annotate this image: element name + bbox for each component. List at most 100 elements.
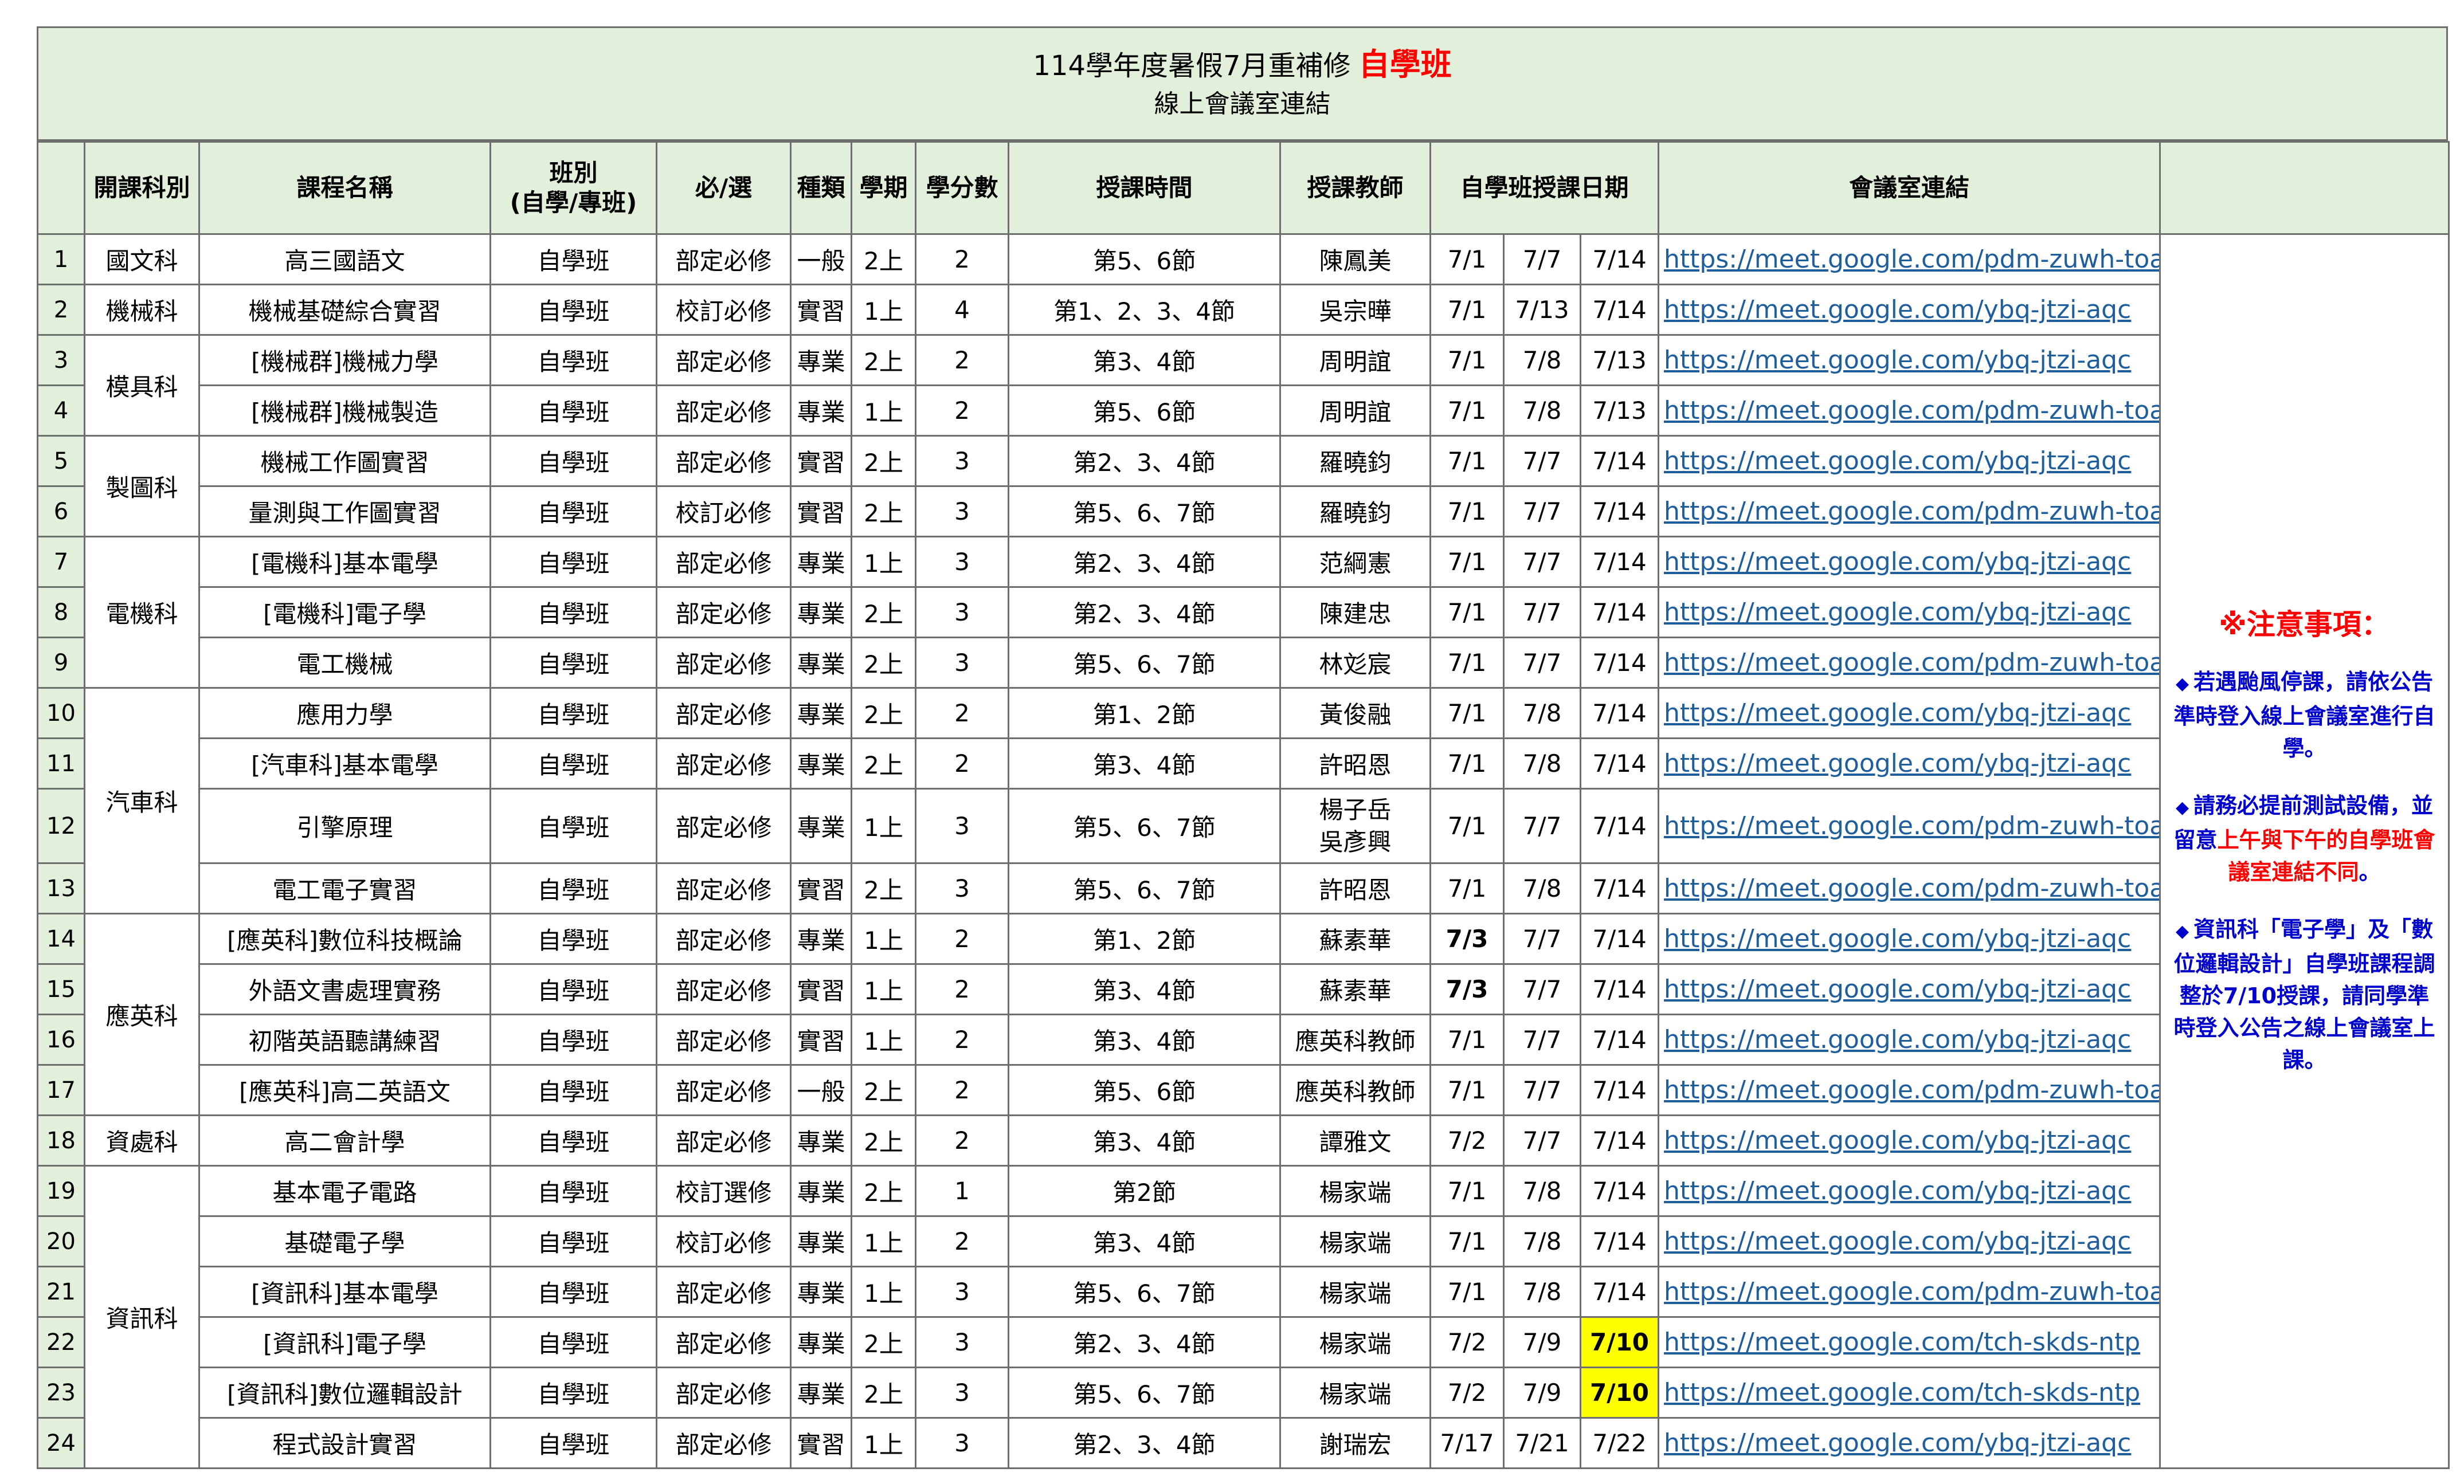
semester-cell: 2上 (851, 334, 916, 386)
class-type-cell: 自學班 (489, 334, 657, 386)
course-name-cell: [機械群]機械力學 (198, 334, 491, 386)
row-number: 16 (37, 1014, 85, 1066)
meeting-link[interactable]: https://meet.google.com/ybq-jtzi-aqc (1658, 737, 2161, 790)
course-name-cell: [機械群]機械製造 (198, 384, 491, 437)
table-row: 3 模具科 [機械群]機械力學 自學班 部定必修 專業 2上 2 第3、4節 周明誼 7/1 7/8 7… (37, 334, 2449, 437)
category-cell: 專業 (790, 687, 852, 739)
meeting-link[interactable]: https://meet.google.com/ybq-jtzi-aqc (1658, 1014, 2161, 1066)
teacher-name: 楊子岳 (1319, 795, 1392, 824)
credits-cell: 3 (915, 536, 1009, 588)
meeting-link[interactable]: https://meet.google.com/pdm-zuwh-toa (1658, 485, 2161, 537)
category-cell: 專業 (790, 586, 852, 638)
meeting-link[interactable]: https://meet.google.com/tch-skds-ntp (1658, 1316, 2161, 1368)
date-1-cell: 7/1 (1429, 1165, 1505, 1217)
meeting-link[interactable]: https://meet.google.com/ybq-jtzi-aqc (1658, 1417, 2161, 1469)
date-3-cell: 7/14 (1579, 1064, 1660, 1116)
teacher-cell: 陳建忠 (1279, 586, 1431, 638)
table-row: 8 [電機科]電子學 自學班 部定必修 專業 2上 3 第2、3、4節 陳建忠 7/1 7/7 7/1… (37, 586, 2449, 638)
notes-panel: ※注意事項： ◆ 若遇颱風停課，請依公告準時登入線上會議室進行自學。 ◆ 請務必提前測試… (2159, 233, 2450, 1469)
date-1-cell: 7/1 (1429, 1064, 1505, 1116)
class-type-cell: 自學班 (489, 284, 657, 336)
date-3-cell: 7/13 (1579, 384, 1660, 437)
semester-cell: 2上 (851, 485, 916, 537)
meeting-link[interactable]: https://meet.google.com/ybq-jtzi-aqc (1658, 536, 2161, 588)
table-row: 9 電工機械 自學班 部定必修 專業 2上 3 第5、6、7節 林彣宸 7/1 7/7 7/14 htt… (37, 637, 2449, 689)
bullet-icon: ◆ (2175, 921, 2189, 941)
time-cell: 第3、4節 (1008, 1114, 1281, 1167)
date-3-cell: 7/14 (1579, 1114, 1660, 1167)
semester-cell: 1上 (851, 963, 916, 1015)
meeting-link[interactable]: https://meet.google.com/pdm-zuwh-toa (1658, 384, 2161, 437)
meeting-link[interactable]: https://meet.google.com/pdm-zuwh-toa (1658, 862, 2161, 914)
row-number: 13 (37, 862, 85, 914)
meeting-link[interactable]: https://meet.google.com/ybq-jtzi-aqc (1658, 284, 2161, 336)
course-table-body: 1 國文科 高三國語文 自學班 部定必修 一般 2上 2 第5、6節 陳鳳美 7/1 7/7 7/14 h… (37, 233, 2450, 1469)
date-2-cell: 7/7 (1503, 536, 1581, 588)
meeting-link[interactable]: https://meet.google.com/pdm-zuwh-toa (1658, 233, 2161, 285)
semester-cell: 1上 (851, 1215, 916, 1267)
time-cell: 第3、4節 (1008, 737, 1281, 790)
meeting-link[interactable]: https://meet.google.com/pdm-zuwh-toa (1658, 1266, 2161, 1318)
category-cell: 實習 (790, 1417, 852, 1469)
note-text: 。 (2359, 859, 2381, 885)
table-row: 5 製圖科 機械工作圖實習 自學班 部定必修 實習 2上 3 第2、3、4節 羅曉鈞 7/1 7/7 7… (37, 435, 2449, 537)
meeting-link[interactable]: https://meet.google.com/ybq-jtzi-aqc (1658, 334, 2161, 386)
required-cell: 部定必修 (656, 1014, 792, 1066)
course-name-cell: 基礎電子學 (198, 1215, 491, 1267)
course-name-cell: 機械工作圖實習 (198, 435, 491, 487)
meeting-link[interactable]: https://meet.google.com/ybq-jtzi-aqc (1658, 1114, 2161, 1167)
schedule-sheet: 114學年度暑假7月重補修 自學班 線上會議室連結 開課科別 課程名稱 班別 (… (37, 26, 2450, 1469)
date-2-cell: 7/7 (1503, 586, 1581, 638)
credits-cell: 2 (915, 963, 1009, 1015)
date-3-cell: 7/14 (1579, 1014, 1660, 1066)
meeting-link[interactable]: https://meet.google.com/ybq-jtzi-aqc (1658, 687, 2161, 739)
table-row: 11 [汽車科]基本電學 自學班 部定必修 專業 2上 2 第3、4節 許昭恩 7/1 7/8 7/1… (37, 737, 2449, 790)
table-row: 7 電機科 [電機科]基本電學 自學班 部定必修 專業 1上 3 第2、3、4節 范綱憲 7/1 7/… (37, 536, 2449, 689)
date-3-cell: 7/22 (1579, 1417, 1660, 1469)
table-row: 4 [機械群]機械製造 自學班 部定必修 專業 1上 2 第5、6節 周明誼 7/1 7/8 7/13… (37, 384, 2449, 437)
date-2-cell: 7/8 (1503, 862, 1581, 914)
date-1-cell: 7/1 (1429, 586, 1505, 638)
date-1-cell: 7/2 (1429, 1316, 1505, 1368)
class-type-cell: 自學班 (489, 1114, 657, 1167)
title-band: 114學年度暑假7月重補修 自學班 線上會議室連結 (37, 26, 2448, 141)
meeting-link[interactable]: https://meet.google.com/pdm-zuwh-toa (1658, 1064, 2161, 1116)
meeting-link[interactable]: https://meet.google.com/ybq-jtzi-aqc (1658, 1215, 2161, 1267)
date-3-cell: 7/14 (1579, 284, 1660, 336)
title-highlight: 自學班 (1358, 46, 1452, 83)
meeting-link[interactable]: https://meet.google.com/ybq-jtzi-aqc (1658, 913, 2161, 965)
meeting-link[interactable]: https://meet.google.com/pdm-zuwh-toa (1658, 637, 2161, 689)
time-cell: 第3、4節 (1008, 1215, 1281, 1267)
meeting-link[interactable]: https://meet.google.com/ybq-jtzi-aqc (1658, 586, 2161, 638)
meeting-link[interactable]: https://meet.google.com/ybq-jtzi-aqc (1658, 963, 2161, 1015)
header-time: 授課時間 (1008, 141, 1281, 235)
time-cell: 第5、6、7節 (1008, 788, 1281, 864)
date-1-cell: 7/3 (1429, 913, 1505, 965)
note-item-1: ◆ 若遇颱風停課，請依公告準時登入線上會議室進行自學。 (2169, 666, 2440, 764)
credits-cell: 3 (915, 586, 1009, 638)
time-cell: 第5、6、7節 (1008, 1266, 1281, 1318)
row-number: 10 (37, 687, 85, 739)
date-2-cell: 7/7 (1503, 1064, 1581, 1116)
row-number: 23 (37, 1367, 85, 1419)
time-cell: 第2、3、4節 (1008, 1417, 1281, 1469)
credits-cell: 2 (915, 737, 1009, 790)
semester-cell: 1上 (851, 384, 916, 437)
course-name-cell: 電工電子實習 (198, 862, 491, 914)
note-text: 若遇颱風停課，請依公告準時登入線上會議室進行自學。 (2173, 669, 2435, 761)
dept-cell: 資處科 (84, 1114, 200, 1167)
row-number: 1 (37, 233, 85, 285)
date-1-cell: 7/1 (1429, 637, 1505, 689)
course-name-cell: [應英科]高二英語文 (198, 1064, 491, 1116)
page-subtitle: 線上會議室連結 (1154, 89, 1331, 119)
meeting-link[interactable]: https://meet.google.com/pdm-zuwh-toa (1658, 788, 2161, 864)
class-type-cell: 自學班 (489, 963, 657, 1015)
date-1-cell: 7/1 (1429, 435, 1505, 487)
table-row: 2 機械科 機械基礎綜合實習 自學班 校訂必修 實習 1上 4 第1、2、3、4節 吳宗曄 7/1 7… (37, 284, 2449, 336)
course-name-cell: 基本電子電路 (198, 1165, 491, 1217)
meeting-link[interactable]: https://meet.google.com/tch-skds-ntp (1658, 1367, 2161, 1419)
header-teacher: 授課教師 (1279, 141, 1431, 235)
meeting-link[interactable]: https://meet.google.com/ybq-jtzi-aqc (1658, 435, 2161, 487)
meeting-link[interactable]: https://meet.google.com/ybq-jtzi-aqc (1658, 1165, 2161, 1217)
teacher-cell: 許昭恩 (1279, 737, 1431, 790)
